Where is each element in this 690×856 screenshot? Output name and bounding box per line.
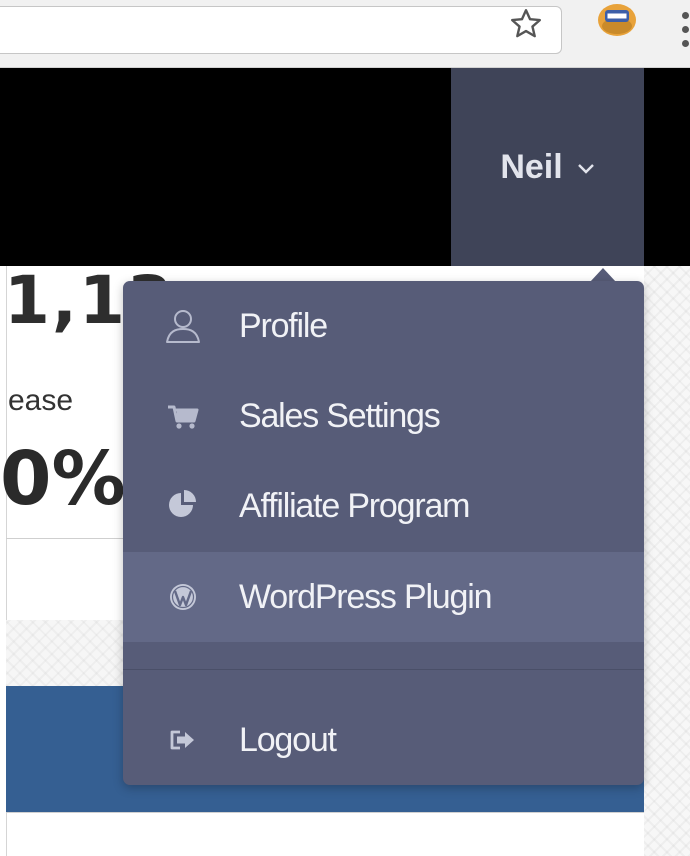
menu-item-profile[interactable]: Profile — [123, 281, 644, 371]
pattern-band — [6, 620, 136, 686]
menu-item-wordpress-plugin[interactable]: WordPress Plugin — [123, 552, 644, 642]
user-menu-toggle[interactable]: Neil — [451, 68, 644, 266]
cart-icon — [163, 396, 203, 436]
user-dropdown-menu: Profile Sales Settings Affiliate Program — [123, 281, 644, 785]
chevron-down-icon — [577, 164, 594, 174]
menu-divider — [123, 669, 644, 670]
content-divider — [6, 812, 644, 813]
browser-menu-icon[interactable] — [672, 10, 690, 50]
user-name: Neil — [500, 147, 563, 186]
menu-item-label: WordPress Plugin — [239, 577, 492, 616]
menu-item-label: Profile — [239, 306, 328, 345]
menu-item-sales-settings[interactable]: Sales Settings — [123, 371, 644, 461]
site-header: Neil — [0, 68, 690, 266]
menu-item-affiliate-program[interactable]: Affiliate Program — [123, 461, 644, 551]
user-icon — [163, 306, 203, 346]
menu-item-label: Affiliate Program — [239, 486, 471, 525]
bookmark-star-icon[interactable] — [508, 6, 544, 42]
menu-item-label: Sales Settings — [239, 396, 441, 435]
menu-item-logout[interactable]: Logout — [123, 695, 644, 785]
wordpress-icon — [163, 577, 203, 617]
logout-icon — [163, 720, 203, 760]
background-pattern — [644, 266, 690, 856]
address-bar[interactable] — [0, 6, 562, 54]
menu-item-label: Logout — [239, 720, 337, 759]
browser-toolbar — [0, 0, 690, 68]
stat-label: ease — [8, 384, 74, 417]
extension-icon[interactable] — [594, 0, 640, 38]
stat-percent: 0% — [0, 436, 126, 522]
pie-chart-icon — [163, 486, 203, 526]
dropdown-caret — [590, 268, 616, 282]
